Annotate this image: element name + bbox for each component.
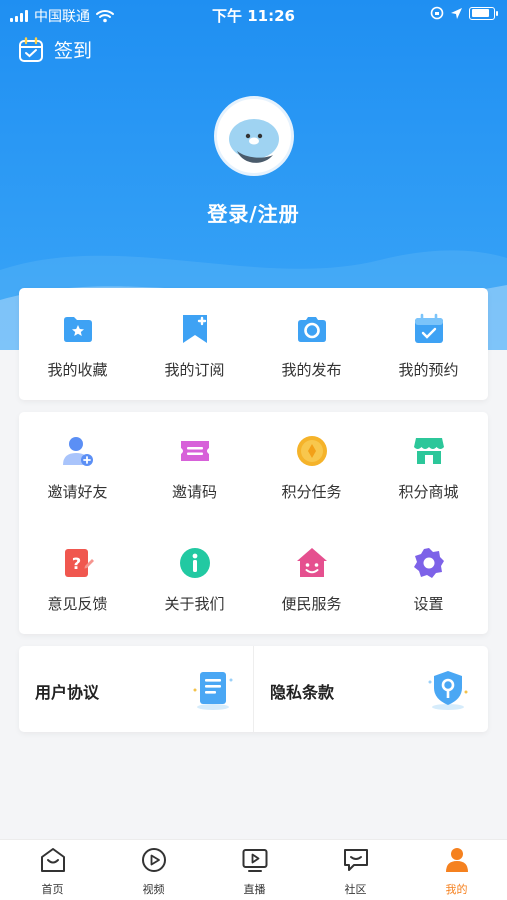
points-mall-label: 积分商城 <box>398 483 459 501</box>
coin-icon <box>296 436 327 466</box>
tab-home[interactable]: 首页 <box>2 846 103 897</box>
info-icon <box>179 548 210 578</box>
battery-level <box>471 9 490 17</box>
my-reservations-label: 我的预约 <box>398 361 459 379</box>
settings-label: 设置 <box>413 595 444 613</box>
user-agreement-label: 用户协议 <box>35 683 100 702</box>
my-favorites-label: 我的收藏 <box>47 361 108 379</box>
sign-in-label: 签到 <box>54 40 93 62</box>
seal-mascot-icon <box>229 115 279 163</box>
user-agreement-item[interactable]: 用户协议 <box>19 646 253 732</box>
agreements-card: 用户协议 隐私条款 <box>19 646 488 732</box>
camera-icon <box>297 317 326 342</box>
privacy-shield-icon <box>428 671 468 710</box>
my-subscriptions-item[interactable]: 我的订阅 <box>136 312 253 380</box>
about-us-label: 关于我们 <box>164 595 225 613</box>
tab-live[interactable]: 直播 <box>204 846 305 897</box>
points-tasks-label: 积分任务 <box>281 483 342 501</box>
points-tasks-item[interactable]: 积分任务 <box>253 434 370 502</box>
tab-video-label: 视频 <box>142 883 165 896</box>
live-tv-icon <box>242 849 267 872</box>
status-bar: 中国联通 下午 11:26 <box>0 0 507 28</box>
svg-text:?: ? <box>71 554 80 573</box>
tab-mine[interactable]: 我的 <box>406 846 507 897</box>
tab-video[interactable]: 视频 <box>103 846 204 897</box>
invite-friends-label: 邀请好友 <box>47 483 108 501</box>
profile-icon <box>445 848 468 872</box>
sign-in-button[interactable]: 签到 <box>18 36 92 63</box>
invite-friend-icon <box>62 437 93 466</box>
location-arrow-icon <box>451 7 462 19</box>
rotation-lock-icon <box>430 6 444 20</box>
bottom-tab-bar: 首页 视频 直播 社区 我的 <box>0 839 507 900</box>
tab-community-label: 社区 <box>344 883 367 896</box>
privacy-policy-item[interactable]: 隐私条款 <box>254 646 488 732</box>
my-reservations-item[interactable]: 我的预约 <box>370 312 487 380</box>
my-favorites-item[interactable]: 我的收藏 <box>19 312 136 380</box>
avatar[interactable] <box>214 96 294 176</box>
battery-icon <box>469 6 498 20</box>
tab-live-label: 直播 <box>243 883 266 896</box>
feedback-label: 意见反馈 <box>47 595 108 613</box>
services-card: 邀请好友 邀请码 积分任务 积分商城 ? 意见反馈 关于我们 便民服务 设置 <box>19 412 488 634</box>
tab-community[interactable]: 社区 <box>305 846 406 897</box>
about-us-item[interactable]: 关于我们 <box>136 546 253 614</box>
feedback-icon: ? <box>64 549 94 577</box>
home-smile-icon <box>296 548 327 577</box>
settings-item[interactable]: 设置 <box>370 546 487 614</box>
invite-code-item[interactable]: 邀请码 <box>136 434 253 502</box>
bookmark-plus-icon <box>182 315 207 343</box>
privacy-policy-label: 隐私条款 <box>270 683 335 702</box>
feedback-item[interactable]: ? 意见反馈 <box>19 546 136 614</box>
convenience-services-item[interactable]: 便民服务 <box>253 546 370 614</box>
store-icon <box>413 438 444 464</box>
my-posts-label: 我的发布 <box>281 361 342 379</box>
document-icon <box>193 672 233 710</box>
tab-home-label: 首页 <box>41 883 64 896</box>
settings-gear-icon <box>413 548 444 578</box>
video-icon <box>141 848 166 872</box>
folder-star-icon <box>63 317 92 342</box>
calendar-check-icon <box>19 36 43 62</box>
home-icon <box>40 848 65 872</box>
my-content-card: 我的收藏 我的订阅 我的发布 我的预约 <box>19 288 488 400</box>
convenience-services-label: 便民服务 <box>281 595 342 613</box>
invite-friends-item[interactable]: 邀请好友 <box>19 434 136 502</box>
community-chat-icon <box>343 849 368 871</box>
my-subscriptions-label: 我的订阅 <box>164 361 225 379</box>
my-posts-item[interactable]: 我的发布 <box>253 312 370 380</box>
tab-mine-label: 我的 <box>445 883 468 896</box>
login-register-link[interactable]: 登录/注册 <box>0 198 507 227</box>
ticket-icon <box>180 441 209 461</box>
points-mall-item[interactable]: 积分商城 <box>370 434 487 502</box>
calendar-check-icon <box>414 313 443 343</box>
invite-code-label: 邀请码 <box>171 483 217 501</box>
